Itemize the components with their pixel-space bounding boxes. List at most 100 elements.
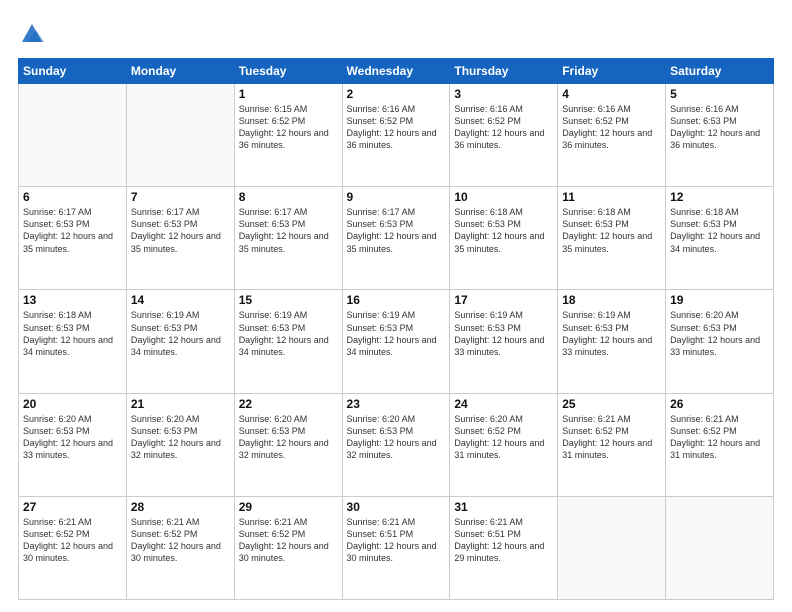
day-info: Sunrise: 6:21 AM Sunset: 6:52 PM Dayligh… — [23, 516, 122, 565]
calendar-cell: 13Sunrise: 6:18 AM Sunset: 6:53 PM Dayli… — [19, 290, 127, 393]
day-info: Sunrise: 6:20 AM Sunset: 6:53 PM Dayligh… — [670, 309, 769, 358]
day-number: 1 — [239, 87, 338, 101]
day-info: Sunrise: 6:21 AM Sunset: 6:51 PM Dayligh… — [347, 516, 446, 565]
calendar-cell: 12Sunrise: 6:18 AM Sunset: 6:53 PM Dayli… — [666, 187, 774, 290]
day-info: Sunrise: 6:16 AM Sunset: 6:53 PM Dayligh… — [670, 103, 769, 152]
calendar-cell: 31 Sunrise: 6:21 AM Sunset: 6:51 PM Dayli… — [450, 496, 558, 599]
day-number: 28 — [131, 500, 230, 514]
day-number: 19 — [670, 293, 769, 307]
day-number: 8 — [239, 190, 338, 204]
day-info: Sunrise: 6:17 AM Sunset: 6:53 PM Dayligh… — [131, 206, 230, 255]
day-info: Sunrise: 6:20 AM Sunset: 6:53 PM Dayligh… — [131, 413, 230, 462]
day-number: 30 — [347, 500, 446, 514]
calendar-cell: 5 Sunrise: 6:16 AM Sunset: 6:53 PM Daylig… — [666, 84, 774, 187]
calendar-table: SundayMondayTuesdayWednesdayThursdayFrid… — [18, 58, 774, 600]
calendar-cell — [666, 496, 774, 599]
weekday-saturday: Saturday — [666, 59, 774, 84]
day-info: Sunrise: 6:19 AM Sunset: 6:53 PM Dayligh… — [239, 309, 338, 358]
calendar-cell: 17 Sunrise: 6:19 AM Sunset: 6:53 PM Dayli… — [450, 290, 558, 393]
logo-icon — [18, 20, 46, 48]
page: SundayMondayTuesdayWednesdayThursdayFrid… — [0, 0, 792, 612]
day-number: 5 — [670, 87, 769, 101]
day-info: Sunrise: 6:16 AM Sunset: 6:52 PM Dayligh… — [347, 103, 446, 152]
calendar-cell: 7 Sunrise: 6:17 AM Sunset: 6:53 PM Daylig… — [126, 187, 234, 290]
day-info: Sunrise: 6:20 AM Sunset: 6:52 PM Dayligh… — [454, 413, 553, 462]
calendar-cell: 6 Sunrise: 6:17 AM Sunset: 6:53 PM Daylig… — [19, 187, 127, 290]
day-number: 21 — [131, 397, 230, 411]
day-number: 23 — [347, 397, 446, 411]
day-info: Sunrise: 6:20 AM Sunset: 6:53 PM Dayligh… — [239, 413, 338, 462]
calendar-cell: 2Sunrise: 6:16 AM Sunset: 6:52 PM Daylig… — [342, 84, 450, 187]
day-info: Sunrise: 6:19 AM Sunset: 6:53 PM Dayligh… — [131, 309, 230, 358]
calendar-cell: 9 Sunrise: 6:17 AM Sunset: 6:53 PM Daylig… — [342, 187, 450, 290]
calendar-cell: 28 Sunrise: 6:21 AM Sunset: 6:52 PM Dayli… — [126, 496, 234, 599]
week-row-4: 20 Sunrise: 6:20 AM Sunset: 6:53 PM Dayli… — [19, 393, 774, 496]
day-info: Sunrise: 6:17 AM Sunset: 6:53 PM Dayligh… — [347, 206, 446, 255]
calendar-cell: 18Sunrise: 6:19 AM Sunset: 6:53 PM Dayli… — [558, 290, 666, 393]
weekday-sunday: Sunday — [19, 59, 127, 84]
calendar-cell: 25 Sunrise: 6:21 AM Sunset: 6:52 PM Dayli… — [558, 393, 666, 496]
calendar-cell: 1 Sunrise: 6:15 AM Sunset: 6:52 PM Daylig… — [234, 84, 342, 187]
day-number: 9 — [347, 190, 446, 204]
calendar-cell: 19 Sunrise: 6:20 AM Sunset: 6:53 PM Dayli… — [666, 290, 774, 393]
calendar-cell: 3 Sunrise: 6:16 AM Sunset: 6:52 PM Daylig… — [450, 84, 558, 187]
calendar-cell: 29 Sunrise: 6:21 AM Sunset: 6:52 PM Dayli… — [234, 496, 342, 599]
day-number: 10 — [454, 190, 553, 204]
day-info: Sunrise: 6:21 AM Sunset: 6:52 PM Dayligh… — [239, 516, 338, 565]
calendar-cell: 10Sunrise: 6:18 AM Sunset: 6:53 PM Dayli… — [450, 187, 558, 290]
week-row-2: 6 Sunrise: 6:17 AM Sunset: 6:53 PM Daylig… — [19, 187, 774, 290]
calendar-cell: 14Sunrise: 6:19 AM Sunset: 6:53 PM Dayli… — [126, 290, 234, 393]
calendar-cell: 11 Sunrise: 6:18 AM Sunset: 6:53 PM Dayli… — [558, 187, 666, 290]
calendar-cell: 8Sunrise: 6:17 AM Sunset: 6:53 PM Daylig… — [234, 187, 342, 290]
day-number: 18 — [562, 293, 661, 307]
day-number: 6 — [23, 190, 122, 204]
day-number: 15 — [239, 293, 338, 307]
calendar-cell — [19, 84, 127, 187]
calendar-cell: 22Sunrise: 6:20 AM Sunset: 6:53 PM Dayli… — [234, 393, 342, 496]
calendar-cell: 21 Sunrise: 6:20 AM Sunset: 6:53 PM Dayli… — [126, 393, 234, 496]
calendar-cell — [126, 84, 234, 187]
calendar-cell: 27 Sunrise: 6:21 AM Sunset: 6:52 PM Dayli… — [19, 496, 127, 599]
week-row-3: 13Sunrise: 6:18 AM Sunset: 6:53 PM Dayli… — [19, 290, 774, 393]
day-info: Sunrise: 6:20 AM Sunset: 6:53 PM Dayligh… — [347, 413, 446, 462]
day-info: Sunrise: 6:16 AM Sunset: 6:52 PM Dayligh… — [454, 103, 553, 152]
day-info: Sunrise: 6:21 AM Sunset: 6:51 PM Dayligh… — [454, 516, 553, 565]
week-row-1: 1 Sunrise: 6:15 AM Sunset: 6:52 PM Daylig… — [19, 84, 774, 187]
day-info: Sunrise: 6:15 AM Sunset: 6:52 PM Dayligh… — [239, 103, 338, 152]
day-number: 25 — [562, 397, 661, 411]
day-number: 7 — [131, 190, 230, 204]
day-info: Sunrise: 6:20 AM Sunset: 6:53 PM Dayligh… — [23, 413, 122, 462]
day-number: 11 — [562, 190, 661, 204]
day-info: Sunrise: 6:19 AM Sunset: 6:53 PM Dayligh… — [454, 309, 553, 358]
day-number: 26 — [670, 397, 769, 411]
day-info: Sunrise: 6:18 AM Sunset: 6:53 PM Dayligh… — [670, 206, 769, 255]
day-info: Sunrise: 6:19 AM Sunset: 6:53 PM Dayligh… — [347, 309, 446, 358]
header — [18, 18, 774, 48]
day-info: Sunrise: 6:21 AM Sunset: 6:52 PM Dayligh… — [670, 413, 769, 462]
calendar-cell — [558, 496, 666, 599]
day-number: 29 — [239, 500, 338, 514]
day-number: 3 — [454, 87, 553, 101]
day-info: Sunrise: 6:21 AM Sunset: 6:52 PM Dayligh… — [562, 413, 661, 462]
week-row-5: 27 Sunrise: 6:21 AM Sunset: 6:52 PM Dayli… — [19, 496, 774, 599]
day-number: 27 — [23, 500, 122, 514]
day-info: Sunrise: 6:18 AM Sunset: 6:53 PM Dayligh… — [23, 309, 122, 358]
calendar-cell: 20 Sunrise: 6:20 AM Sunset: 6:53 PM Dayli… — [19, 393, 127, 496]
calendar-cell: 26 Sunrise: 6:21 AM Sunset: 6:52 PM Dayli… — [666, 393, 774, 496]
weekday-wednesday: Wednesday — [342, 59, 450, 84]
calendar-cell: 23 Sunrise: 6:20 AM Sunset: 6:53 PM Dayli… — [342, 393, 450, 496]
day-info: Sunrise: 6:21 AM Sunset: 6:52 PM Dayligh… — [131, 516, 230, 565]
day-number: 20 — [23, 397, 122, 411]
day-number: 24 — [454, 397, 553, 411]
day-info: Sunrise: 6:17 AM Sunset: 6:53 PM Dayligh… — [23, 206, 122, 255]
calendar-cell: 15 Sunrise: 6:19 AM Sunset: 6:53 PM Dayli… — [234, 290, 342, 393]
day-number: 31 — [454, 500, 553, 514]
day-info: Sunrise: 6:18 AM Sunset: 6:53 PM Dayligh… — [562, 206, 661, 255]
weekday-tuesday: Tuesday — [234, 59, 342, 84]
day-number: 17 — [454, 293, 553, 307]
calendar-cell: 4Sunrise: 6:16 AM Sunset: 6:52 PM Daylig… — [558, 84, 666, 187]
calendar-cell: 16Sunrise: 6:19 AM Sunset: 6:53 PM Dayli… — [342, 290, 450, 393]
logo — [18, 18, 50, 48]
day-number: 4 — [562, 87, 661, 101]
calendar-cell: 30 Sunrise: 6:21 AM Sunset: 6:51 PM Dayli… — [342, 496, 450, 599]
